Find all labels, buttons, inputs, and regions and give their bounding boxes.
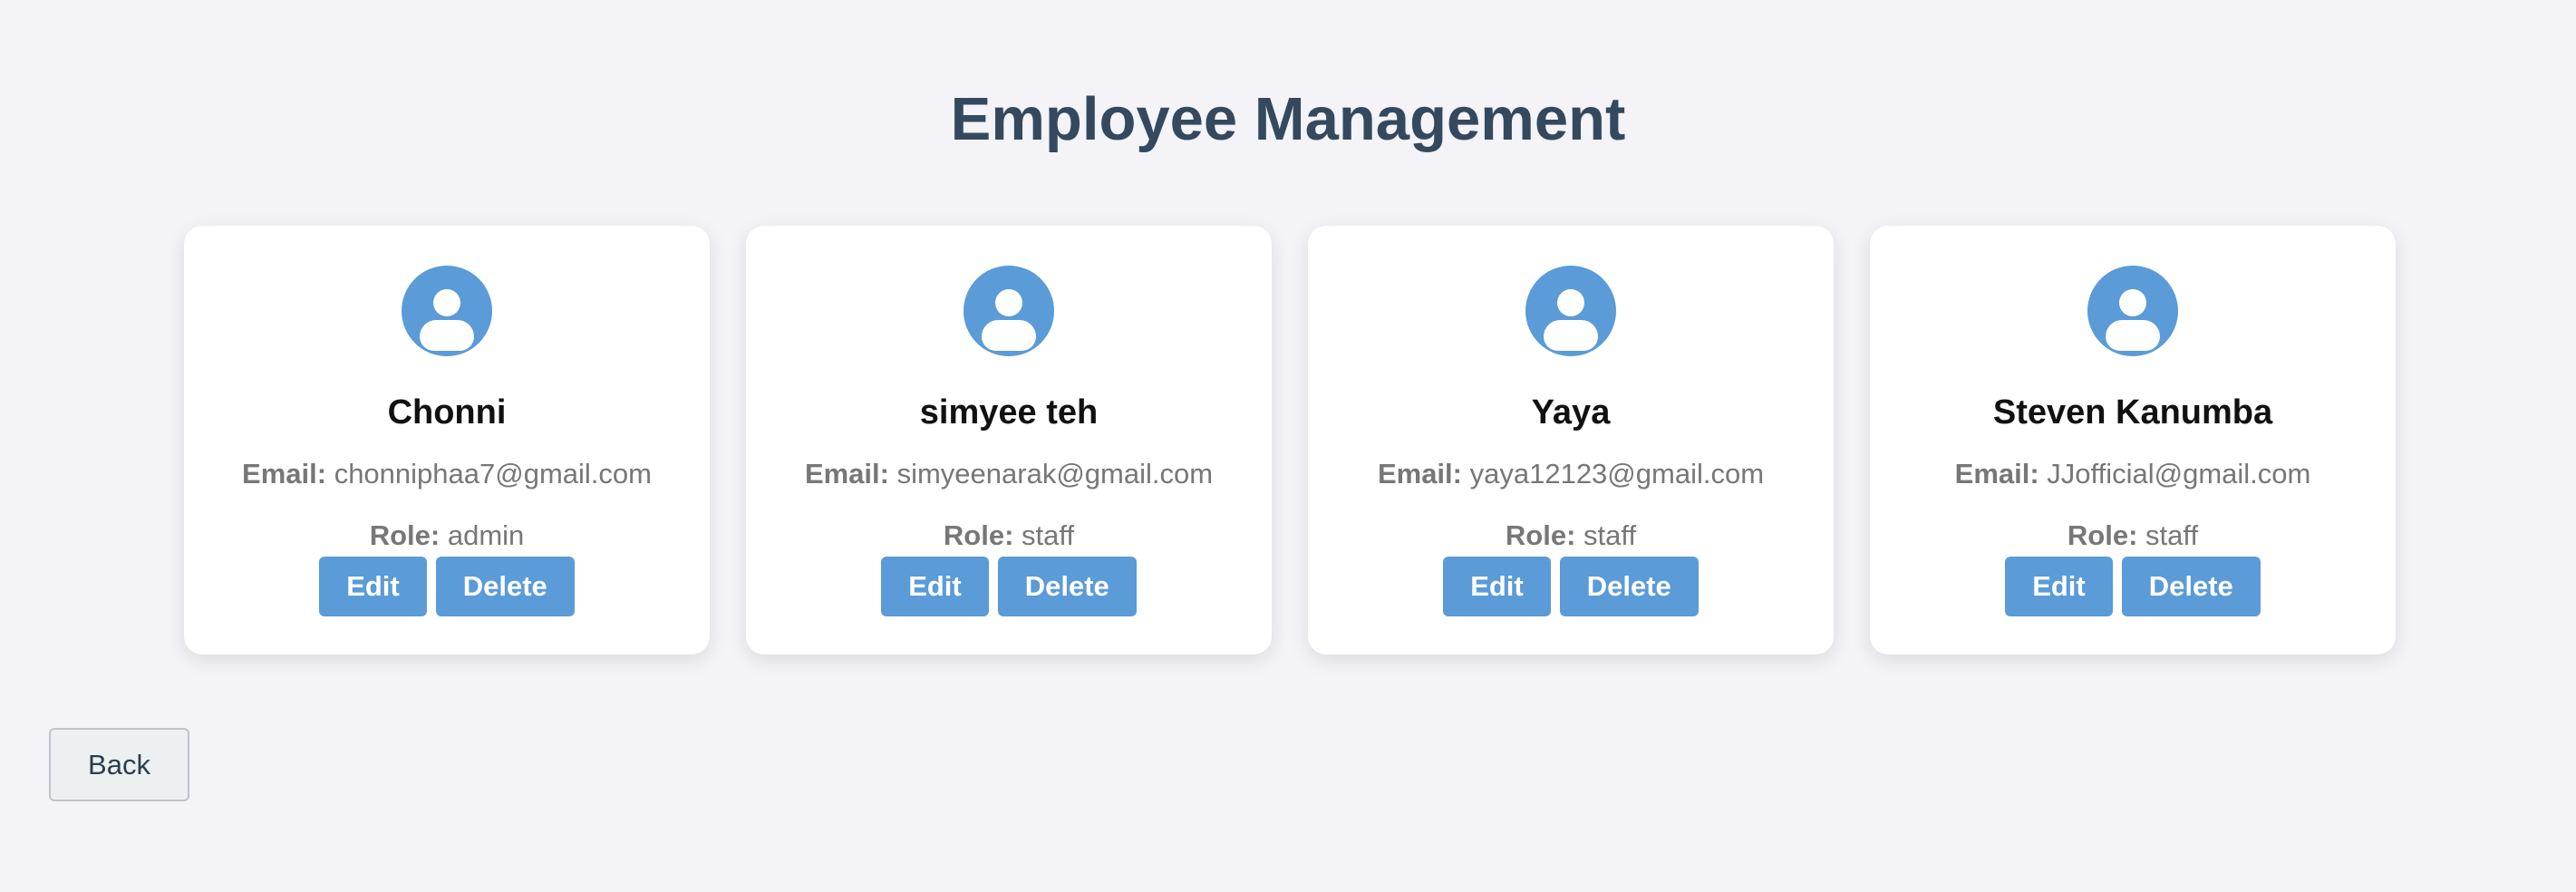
- card-actions: Edit Delete: [319, 557, 575, 616]
- role-value: admin: [447, 519, 525, 551]
- email-value: simyeenarak@gmail.com: [896, 458, 1214, 490]
- avatar-head-shape: [1557, 289, 1584, 316]
- employee-name: Steven Kanumba: [1992, 393, 2273, 431]
- edit-button[interactable]: Edit: [881, 557, 989, 616]
- card-actions: Edit Delete: [1443, 557, 1699, 616]
- employee-role: Role: staff: [1506, 519, 1636, 553]
- edit-button[interactable]: Edit: [319, 557, 427, 616]
- employee-role: Role: admin: [370, 519, 525, 553]
- email-label: Email:: [1954, 458, 2039, 490]
- employee-card: simyee teh Email: simyeenarak@gmail.com …: [746, 226, 1272, 654]
- edit-button[interactable]: Edit: [1443, 557, 1551, 616]
- avatar-head-shape: [995, 289, 1022, 316]
- user-avatar-icon: [402, 266, 492, 356]
- role-value: staff: [1022, 519, 1075, 551]
- delete-button[interactable]: Delete: [2121, 557, 2261, 616]
- page-title: Employee Management: [950, 85, 1626, 153]
- employee-card: Steven Kanumba Email: JJofficial@gmail.c…: [1870, 226, 2396, 654]
- role-label: Role:: [943, 519, 1014, 551]
- employee-role: Role: staff: [944, 519, 1074, 553]
- employee-email: Email: simyeenarak@gmail.com: [805, 457, 1213, 491]
- employee-name: simyee teh: [919, 393, 1099, 431]
- employee-email: Email: chonniphaa7@gmail.com: [242, 457, 652, 491]
- employee-name: Yaya: [1531, 393, 1611, 431]
- delete-button[interactable]: Delete: [435, 557, 575, 616]
- card-actions: Edit Delete: [881, 557, 1137, 616]
- employee-card: Yaya Email: yaya12123@gmail.com Role: st…: [1308, 226, 1834, 654]
- edit-button[interactable]: Edit: [2005, 557, 2113, 616]
- employee-card: Chonni Email: chonniphaa7@gmail.com Role…: [184, 226, 710, 654]
- employee-role: Role: staff: [2068, 519, 2198, 553]
- email-label: Email:: [804, 458, 889, 490]
- avatar-head-shape: [2119, 289, 2146, 316]
- email-label: Email:: [242, 458, 327, 490]
- avatar-body-shape: [420, 320, 474, 351]
- avatar-body-shape: [1544, 320, 1598, 351]
- role-label: Role:: [369, 519, 441, 551]
- employee-management-page: Employee Management Chonni Email: chonni…: [0, 0, 2576, 892]
- card-actions: Edit Delete: [2005, 557, 2261, 616]
- user-avatar-icon: [1525, 266, 1616, 356]
- avatar-head-shape: [433, 289, 460, 316]
- email-value: JJofficial@gmail.com: [2047, 458, 2311, 490]
- user-avatar-icon: [2087, 266, 2178, 356]
- employee-name: Chonni: [387, 393, 507, 431]
- role-label: Role:: [1505, 519, 1576, 551]
- email-value: yaya12123@gmail.com: [1469, 458, 1765, 490]
- employee-email: Email: yaya12123@gmail.com: [1378, 457, 1764, 491]
- user-avatar-icon: [964, 266, 1054, 356]
- role-value: staff: [1583, 519, 1637, 551]
- avatar-body-shape: [2106, 320, 2160, 351]
- avatar-body-shape: [982, 320, 1036, 351]
- email-label: Email:: [1377, 458, 1462, 490]
- role-value: staff: [2145, 519, 2199, 551]
- back-button[interactable]: Back: [49, 728, 189, 801]
- employee-card-list: Chonni Email: chonniphaa7@gmail.com Role…: [184, 226, 2396, 654]
- role-label: Role:: [2067, 519, 2138, 551]
- delete-button[interactable]: Delete: [1559, 557, 1699, 616]
- employee-email: Email: JJofficial@gmail.com: [1955, 457, 2311, 491]
- delete-button[interactable]: Delete: [997, 557, 1137, 616]
- email-value: chonniphaa7@gmail.com: [334, 458, 652, 490]
